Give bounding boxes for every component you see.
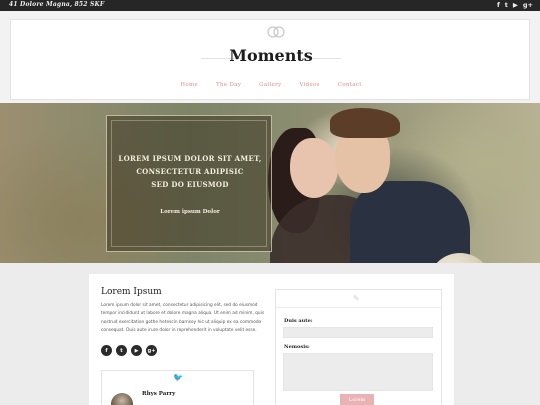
nav-gallery[interactable]: Gallery (259, 82, 281, 88)
hero-title-line-1: Lorem ipsum dolor sit amet, (118, 154, 262, 163)
header-area: Moments Home The Day Gallery Videos Cont… (0, 11, 540, 103)
nav-home[interactable]: Home (180, 82, 198, 88)
nav-the-day[interactable]: The Day (216, 82, 241, 88)
hero-banner: Lorem ipsum dolor sit amet, consectetur … (0, 103, 540, 263)
header-card: Moments Home The Day Gallery Videos Cont… (10, 19, 530, 100)
hero-photo-groom-hair (330, 108, 400, 138)
submit-button[interactable]: Lorem (340, 394, 374, 405)
content-card: Lorem Ipsum Lorem ipsum dolor sit amet, … (89, 274, 454, 405)
field-label-duis: Duis aute: (284, 318, 313, 324)
hero-photo-groom-suit (350, 181, 470, 263)
avatar[interactable] (111, 393, 133, 405)
facebook-icon[interactable]: f (497, 1, 500, 9)
contact-form: ✎ Duis aute: Nemosis: Lorem (275, 289, 442, 405)
facebook-icon[interactable]: f (101, 345, 112, 356)
twitter-icon[interactable]: t (505, 1, 508, 9)
about-social-links: f t ▶ g+ (101, 345, 157, 356)
twitter-icon[interactable]: t (116, 345, 127, 356)
youtube-icon[interactable]: ▶ (131, 345, 142, 356)
tweet-author[interactable]: Rhys Parry (142, 391, 175, 397)
field-label-nemosis: Nemosis: (284, 344, 310, 350)
hero-title-line-3: sed do eiusmod (151, 180, 229, 189)
top-social-links: f t ▶ g+ (497, 1, 533, 9)
hero-title-line-2: consectetur adipisic (136, 167, 244, 176)
form-divider (276, 307, 441, 308)
twitter-widget: 🐦 Rhys Parry (101, 370, 254, 405)
hero-caption-box: Lorem ipsum dolor sit amet, consectetur … (106, 115, 272, 252)
site-brand[interactable]: Moments (11, 46, 531, 65)
nav-contact[interactable]: Contact (338, 82, 362, 88)
twitter-bird-icon: 🐦 (173, 373, 183, 382)
pencil-icon: ✎ (353, 294, 360, 303)
hero-photo-bride-face (290, 138, 338, 198)
google-plus-icon[interactable]: g+ (146, 345, 157, 356)
youtube-icon[interactable]: ▶ (513, 1, 518, 9)
about-text: Lorem ipsum dolor sit amet, consectetur … (101, 303, 265, 333)
top-bar: 41 Dolore Magna, 852 SKF f t ▶ g+ (0, 0, 540, 11)
hero-subtitle[interactable]: Lorem ipsum Dolor (107, 209, 273, 215)
about-title: Lorem Ipsum (101, 287, 162, 297)
rings-logo-icon[interactable] (265, 25, 287, 39)
duis-input[interactable] (283, 327, 433, 338)
nemosis-textarea[interactable] (283, 353, 433, 391)
main-nav: Home The Day Gallery Videos Contact (11, 82, 531, 88)
hero-title: Lorem ipsum dolor sit amet, consectetur … (107, 152, 273, 191)
nav-videos[interactable]: Videos (299, 82, 319, 88)
google-plus-icon[interactable]: g+ (523, 1, 533, 9)
address-text: 41 Dolore Magna, 852 SKF (9, 1, 105, 8)
